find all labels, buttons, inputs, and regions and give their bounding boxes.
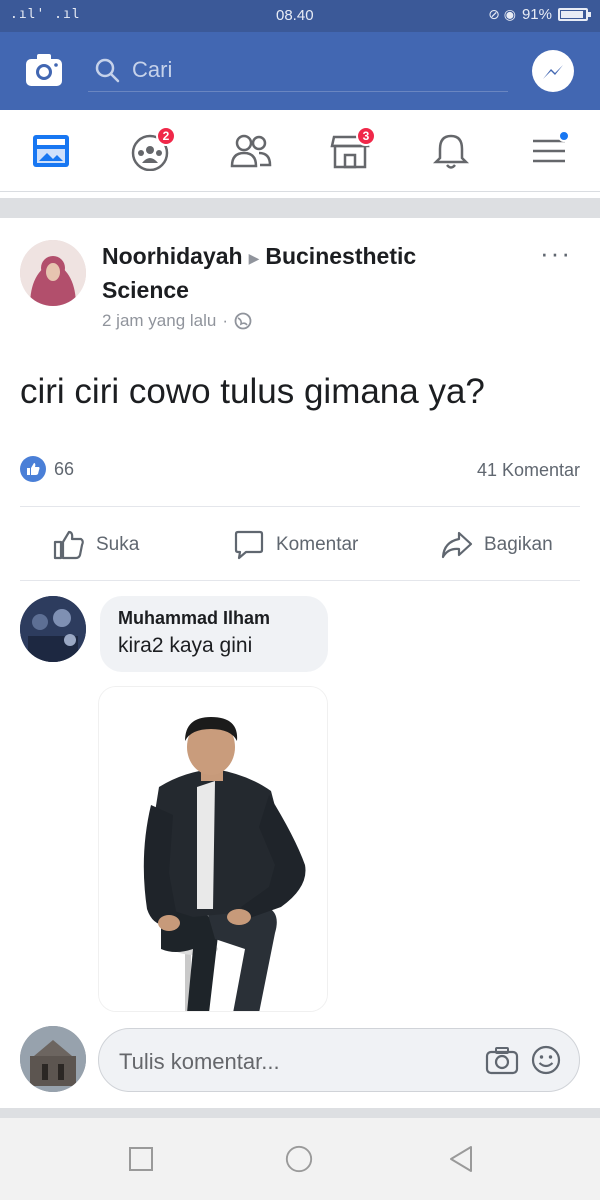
commenter-name[interactable]: Muhammad Ilham xyxy=(118,608,310,629)
battery-percent: 91% xyxy=(521,6,552,23)
search-icon xyxy=(95,58,120,82)
post-options-button[interactable]: ··· xyxy=(540,238,572,269)
photo-attach-button[interactable] xyxy=(485,1045,519,1080)
groups-badge: 2 xyxy=(156,126,176,146)
comment-input[interactable]: Tulis komentar... xyxy=(98,1028,580,1092)
man-sitting-photo xyxy=(99,687,327,1011)
comment-text: kira2 kaya gini xyxy=(118,634,253,657)
arrow-right-icon: ▶ xyxy=(248,249,260,266)
globe-icon xyxy=(234,312,252,330)
triangle-back-icon xyxy=(450,1146,472,1172)
menu-dot xyxy=(558,130,570,142)
tab-bar: 2 3 xyxy=(0,110,600,192)
like-button[interactable]: Suka xyxy=(52,527,139,563)
camera-icon xyxy=(485,1047,519,1075)
share-button[interactable]: Bagikan xyxy=(440,527,553,563)
post-text: ciri ciri cowo tulus gimana ya? xyxy=(20,372,485,411)
like-count: 66 xyxy=(54,458,75,479)
app-header: Cari xyxy=(0,32,600,110)
divider xyxy=(20,580,580,581)
signal-indicator: .ıl' .ıl xyxy=(10,7,81,22)
share-icon xyxy=(441,531,473,559)
post-author-name[interactable]: Noorhidayah xyxy=(102,243,243,269)
reaction-summary[interactable]: 66 xyxy=(20,456,74,482)
post-author-avatar[interactable] xyxy=(20,240,86,306)
comment-bubble[interactable]: Muhammad Ilham kira2 kaya gini xyxy=(100,596,328,672)
feed-divider xyxy=(0,198,600,218)
avatar-image xyxy=(20,596,86,662)
smiley-icon xyxy=(531,1045,561,1075)
meta-dot: · xyxy=(222,311,229,330)
comment-photo[interactable] xyxy=(98,686,328,1012)
post-time[interactable]: 2 jam yang lalu xyxy=(102,311,216,331)
comment-count[interactable]: 41 Komentar xyxy=(477,460,580,481)
marketplace-badge: 3 xyxy=(356,126,376,146)
tab-news-feed[interactable] xyxy=(26,128,76,174)
alarm-icon: ⊘ ◉ xyxy=(488,6,516,22)
tab-menu[interactable] xyxy=(524,128,574,174)
share-label: Bagikan xyxy=(484,534,553,555)
recents-button[interactable] xyxy=(126,1144,156,1174)
search-bar[interactable]: Cari xyxy=(88,48,508,92)
post-meta: 2 jam yang lalu · xyxy=(102,311,252,331)
commenter-avatar[interactable] xyxy=(20,596,86,662)
post-author-line: Noorhidayah ▶ Bucinesthetic Science xyxy=(102,240,502,306)
comment-icon xyxy=(234,530,264,560)
like-label: Suka xyxy=(96,534,140,555)
battery-icon xyxy=(558,8,591,21)
status-bar: .ıl' .ıl 08.40 ⊘ ◉ 91% xyxy=(0,0,600,32)
like-reaction-icon xyxy=(20,456,46,482)
status-right: ⊘ ◉ 91% xyxy=(488,6,591,23)
home-button[interactable] xyxy=(284,1144,314,1174)
comment-button[interactable]: Komentar xyxy=(232,527,358,563)
messenger-icon xyxy=(543,65,563,79)
emoji-button[interactable] xyxy=(531,1045,561,1080)
bell-icon xyxy=(432,134,470,169)
back-button[interactable] xyxy=(446,1144,476,1174)
news-feed-icon xyxy=(33,135,69,167)
circle-icon xyxy=(285,1145,313,1173)
status-time: 08.40 xyxy=(276,7,314,24)
tab-groups[interactable]: 2 xyxy=(126,126,176,174)
tab-marketplace[interactable]: 3 xyxy=(326,126,376,174)
comment-label: Komentar xyxy=(276,534,359,555)
search-placeholder: Cari xyxy=(132,56,173,82)
camera-button[interactable] xyxy=(24,52,64,88)
square-icon xyxy=(129,1147,153,1171)
system-nav-bar xyxy=(0,1118,600,1200)
messenger-button[interactable] xyxy=(532,50,574,92)
divider xyxy=(20,506,580,507)
avatar-image xyxy=(20,240,86,306)
tab-notifications[interactable] xyxy=(426,128,476,174)
my-avatar xyxy=(20,1026,86,1092)
camera-icon xyxy=(26,54,62,86)
thumbs-up-icon xyxy=(53,530,84,560)
avatar-image xyxy=(20,1026,86,1092)
bottom-divider xyxy=(0,1108,600,1118)
tab-friends[interactable] xyxy=(226,128,276,174)
friends-icon xyxy=(230,134,272,168)
comment-input-placeholder: Tulis komentar... xyxy=(119,1049,280,1074)
